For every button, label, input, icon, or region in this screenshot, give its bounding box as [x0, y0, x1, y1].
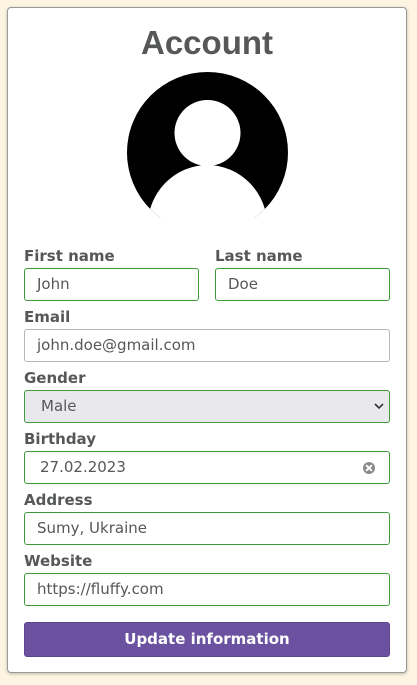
gender-label: Gender: [24, 369, 86, 387]
website-label: Website: [24, 552, 93, 570]
clear-icon[interactable]: [363, 462, 375, 474]
last-name-input[interactable]: Doe: [215, 268, 390, 301]
last-name-label: Last name: [215, 247, 303, 265]
website-input[interactable]: https://fluffy.com: [24, 573, 390, 606]
page-title: Account: [141, 24, 273, 61]
address-input[interactable]: Sumy, Ukraine: [24, 512, 390, 545]
user-avatar-icon: [127, 72, 288, 218]
first-name-input[interactable]: John: [24, 268, 199, 301]
birthday-value: 27.02.2023: [40, 458, 126, 476]
email-label: Email: [24, 308, 71, 326]
chevron-down-icon: [374, 403, 384, 410]
birthday-label: Birthday: [24, 430, 96, 448]
gender-selected-value: Male: [41, 397, 77, 415]
address-label: Address: [24, 491, 93, 509]
account-card: Account First name John Last name Doe Em…: [7, 7, 407, 673]
email-input[interactable]: john.doe@gmail.com: [24, 329, 390, 362]
first-name-label: First name: [24, 247, 115, 265]
birthday-input[interactable]: 27.02.2023: [24, 451, 390, 484]
gender-select[interactable]: Male: [24, 390, 390, 423]
update-information-button[interactable]: Update information: [24, 622, 390, 657]
